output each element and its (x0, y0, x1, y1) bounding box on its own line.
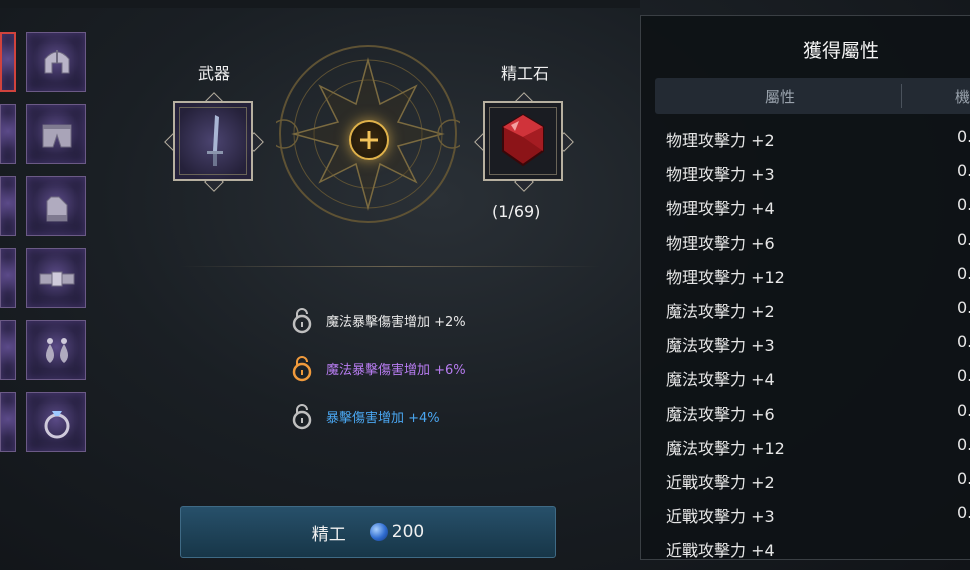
attribute-value: 0. (957, 332, 970, 352)
table-row: 物理攻擊力 +12 0. (641, 258, 970, 292)
table-row: 近戰攻擊力 +2 0. (641, 463, 970, 497)
attribute-name: 魔法攻擊力 +4 (666, 370, 775, 390)
equipment-slot-ring[interactable] (26, 392, 86, 452)
helmet-icon (44, 50, 70, 74)
belt-icon (39, 271, 75, 287)
equipment-slot-pants[interactable] (26, 104, 86, 164)
attribute-name: 物理攻擊力 +12 (666, 267, 785, 287)
table-row: 魔法攻擊力 +12 0. (641, 429, 970, 463)
equipment-slot[interactable] (0, 392, 16, 452)
craft-cost: 200 (391, 522, 425, 542)
attribute-name: 近戰攻擊力 +3 (666, 507, 775, 527)
attribute-value: 0. (957, 366, 970, 386)
equipment-slot[interactable] (0, 320, 16, 380)
header-separator (901, 84, 902, 108)
attribute-value: 0. (957, 127, 970, 146)
refining-stone-slot[interactable] (483, 101, 563, 181)
pants-icon (42, 124, 72, 148)
attribute-name: 物理攻擊力 +6 (666, 233, 775, 253)
bonus-option[interactable]: 魔法暴擊傷害增加 +2% (290, 306, 466, 334)
table-row: 魔法攻擊力 +2 0. (641, 292, 970, 326)
table-row: 物理攻擊力 +2 0. (641, 121, 970, 155)
attribute-value: 0. (957, 434, 970, 454)
attribute-value: 0. (957, 468, 970, 488)
unlocked-lock-icon (292, 308, 312, 334)
attribute-list[interactable]: 物理攻擊力 +2 0. 物理攻擊力 +3 0. 物理攻擊力 +4 0. 物理攻擊力 +… (641, 121, 970, 560)
table-row: 物理攻擊力 +4 0. (641, 189, 970, 223)
attribute-value: 0. (957, 400, 970, 420)
bonus-text: 魔法暴擊傷害增加 +6% (326, 362, 466, 378)
attribute-value: 0. (957, 297, 970, 317)
attribute-value: 0. (957, 195, 970, 215)
equipment-slot[interactable] (0, 248, 16, 308)
equipment-slot-earrings[interactable] (26, 320, 86, 380)
refining-stone-label: 精工石 (500, 64, 549, 83)
section-divider (180, 266, 600, 267)
table-row: 近戰攻擊力 +3 0. (641, 497, 970, 531)
bonus-option[interactable]: 暴擊傷害增加 +4% (290, 402, 440, 430)
table-row: 魔法攻擊力 +6 0. (641, 395, 970, 429)
equipment-slot-gloves[interactable] (26, 176, 86, 236)
attribute-value: 0. (957, 161, 970, 181)
attribute-name: 物理攻擊力 +2 (666, 131, 775, 150)
attribute-value: 0. (957, 263, 970, 283)
refining-stone-count: (1/69) (492, 202, 541, 221)
combine-plus-button[interactable] (349, 120, 389, 160)
weapon-label: 武器 (197, 64, 230, 83)
bonus-option[interactable]: 魔法暴擊傷害增加 +6% (290, 354, 466, 382)
table-row: 近戰攻擊力 +4 (641, 531, 970, 560)
equipment-slot[interactable] (0, 176, 16, 236)
unlocked-lock-icon (292, 404, 312, 430)
table-row: 物理攻擊力 +6 0. (641, 224, 970, 258)
attribute-name: 物理攻擊力 +3 (666, 165, 775, 185)
unlocked-lock-icon (292, 356, 312, 382)
table-row: 魔法攻擊力 +3 0. (641, 326, 970, 360)
attribute-name: 物理攻擊力 +4 (666, 199, 775, 219)
attribute-value: 0. (957, 229, 970, 249)
panel-title: 獲得屬性 (802, 40, 879, 62)
attribute-name: 魔法攻擊力 +6 (666, 404, 775, 424)
attribute-name: 近戰攻擊力 +4 (666, 541, 775, 560)
weapon-slot[interactable] (173, 101, 253, 181)
panel-header: 屬性 機 (655, 78, 970, 114)
attribute-panel: 獲得屬性 屬性 機 物理攻擊力 +2 0. 物理攻擊力 +3 0. 物理攻擊力 +4… (640, 15, 970, 560)
equipment-slot-belt[interactable] (26, 248, 86, 308)
gloves-icon (46, 196, 68, 222)
table-row: 魔法攻擊力 +4 0. (641, 360, 970, 394)
red-gem-icon (502, 113, 544, 167)
ring-icon (44, 411, 70, 439)
table-row: 物理攻擊力 +3 0. (641, 155, 970, 189)
attribute-name: 魔法攻擊力 +3 (666, 336, 775, 356)
craft-button[interactable]: 精工 200 (180, 506, 556, 558)
earrings-icon (46, 338, 68, 363)
attribute-name: 魔法攻擊力 +2 (666, 301, 775, 321)
blue-gem-currency-icon (369, 523, 388, 541)
top-bar (0, 0, 640, 8)
column-header-attribute: 屬性 (765, 88, 796, 106)
sword-icon (207, 115, 223, 166)
equipment-slot[interactable] (0, 104, 16, 164)
bonus-text: 魔法暴擊傷害增加 +2% (326, 314, 466, 330)
bonus-text: 暴擊傷害增加 +4% (326, 410, 440, 426)
column-header-chance: 機 (955, 88, 970, 106)
attribute-name: 魔法攻擊力 +12 (666, 438, 785, 458)
attribute-name: 近戰攻擊力 +2 (666, 472, 775, 492)
equipment-slot-weapon[interactable] (0, 32, 16, 92)
craft-button-label: 精工 (311, 524, 346, 545)
equipment-slot-helmet[interactable] (26, 32, 86, 92)
attribute-value: 0. (957, 503, 970, 523)
